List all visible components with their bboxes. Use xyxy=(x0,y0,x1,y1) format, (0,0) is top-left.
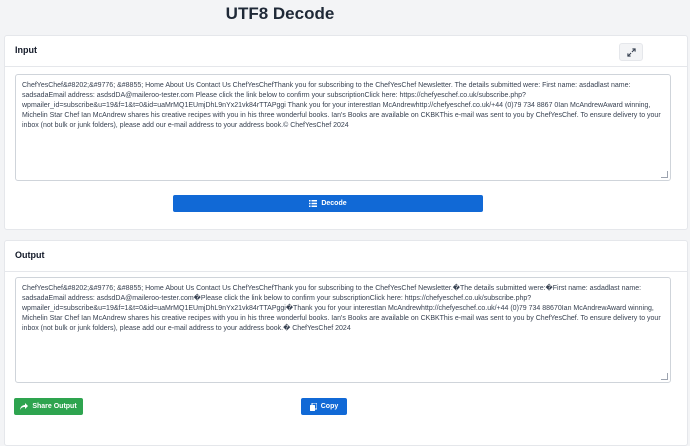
output-text: ChefYesChef&#8202;&#9776; &#8855; Home A… xyxy=(22,285,661,332)
decode-label: Decode xyxy=(321,200,347,207)
input-textarea[interactable]: ChefYesChef&#8202;&#9776; &#8855; Home A… xyxy=(15,74,671,181)
input-card-header: Input xyxy=(5,36,687,67)
share-output-button[interactable]: Share Output xyxy=(14,398,83,415)
resize-handle[interactable] xyxy=(661,373,668,380)
expand-icon xyxy=(626,47,636,57)
input-text: ChefYesChef&#8202;&#9776; &#8855; Home A… xyxy=(22,82,661,129)
page-title: UTF8 Decode xyxy=(225,4,335,23)
share-icon xyxy=(20,403,29,410)
input-header: Input xyxy=(15,45,37,55)
share-output-label: Share Output xyxy=(32,403,77,410)
copy-button[interactable]: Copy xyxy=(301,398,347,415)
copy-icon xyxy=(309,402,317,411)
copy-label: Copy xyxy=(320,403,339,410)
output-textarea[interactable]: ChefYesChef&#8202;&#9776; &#8855; Home A… xyxy=(15,277,671,383)
output-header: Output xyxy=(15,250,45,260)
list-icon xyxy=(309,200,318,207)
expand-button[interactable] xyxy=(619,43,643,61)
resize-handle[interactable] xyxy=(661,171,668,178)
decode-button[interactable]: Decode xyxy=(173,195,483,212)
output-card-header: Output xyxy=(5,241,687,272)
output-card: Output ChefYesChef&#8202;&#9776; &#8855;… xyxy=(4,240,688,446)
